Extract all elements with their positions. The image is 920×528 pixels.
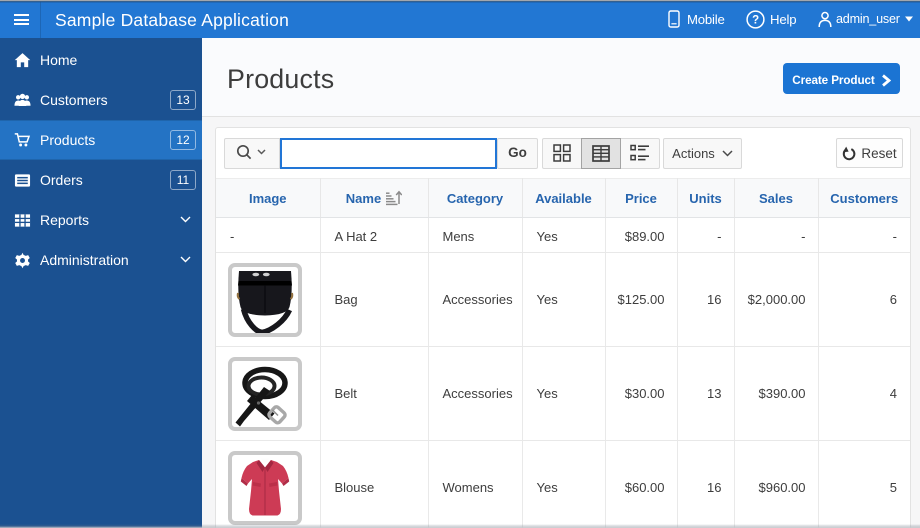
svg-text:?: ? (752, 14, 759, 26)
